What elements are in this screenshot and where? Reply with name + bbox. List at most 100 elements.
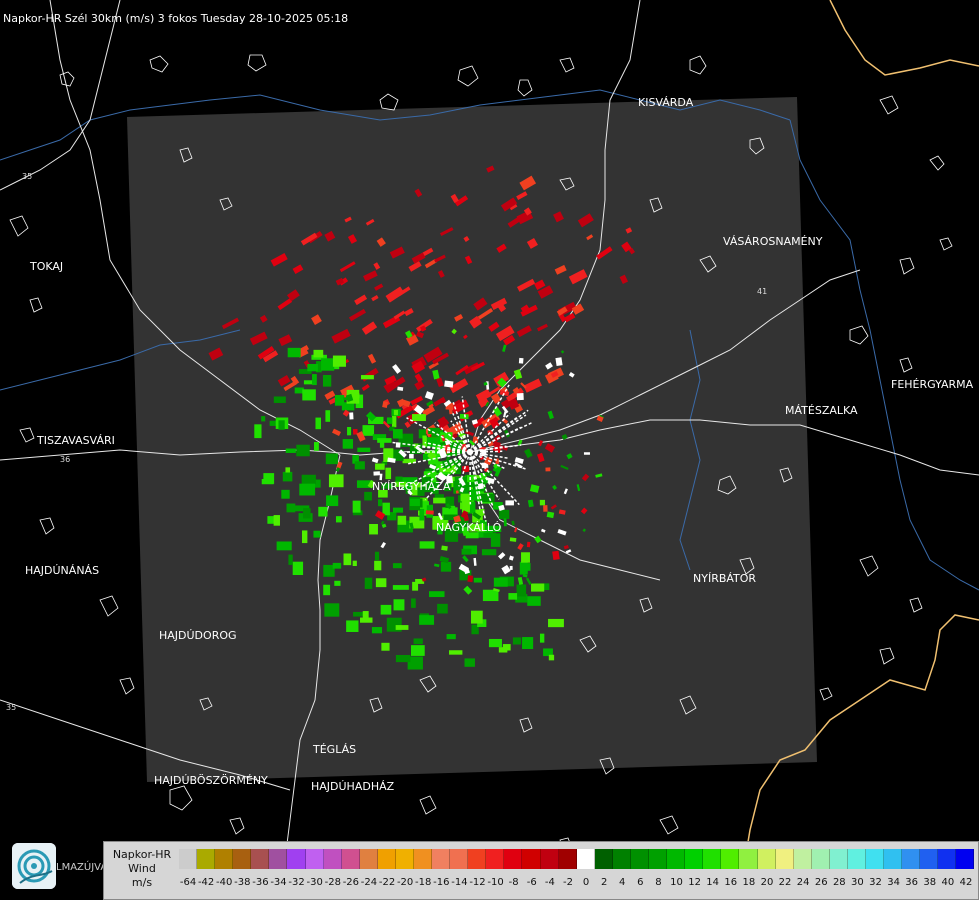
radar-echo — [346, 620, 359, 632]
legend-label-quantity: Wind — [128, 862, 156, 875]
legend-tick-label: -6 — [526, 877, 537, 888]
radar-echo — [505, 500, 514, 506]
radar-echo — [555, 357, 563, 367]
legend-swatch — [612, 849, 631, 869]
radar-echo — [323, 584, 331, 596]
radar-map — [0, 0, 979, 900]
legend-tick-label: -12 — [469, 877, 486, 888]
radar-echo — [437, 603, 448, 614]
legend-tick-label: -14 — [451, 877, 468, 888]
legend-swatch — [395, 849, 415, 869]
road-number-41: 41 — [757, 287, 768, 296]
legend-swatch — [630, 849, 650, 869]
legend-tick-label: 24 — [796, 877, 810, 888]
radar-echo — [518, 357, 524, 364]
legend-tick-label: 40 — [941, 877, 955, 888]
town-hajduboszormeny: HAJDÚBÖSZÖRMÉNY — [154, 774, 268, 787]
radar-echo — [282, 471, 293, 482]
radar-echo — [412, 581, 419, 591]
legend-swatch — [576, 849, 595, 869]
radar-echo — [313, 530, 321, 538]
radar-echo — [315, 417, 322, 430]
radar-echo — [490, 533, 501, 547]
radar-echo — [364, 491, 372, 501]
radar-echo — [263, 473, 275, 484]
radar-echo — [516, 393, 524, 401]
legend-tick-label: 10 — [670, 877, 683, 888]
radar-echo — [493, 577, 508, 587]
radar-echo — [502, 644, 511, 651]
radar-echo — [413, 638, 423, 645]
radar-echo — [299, 483, 316, 496]
radar-echo — [325, 453, 338, 465]
radar-echo — [328, 474, 344, 488]
legend-ticks: -64 -42 -40 -38 -36 -34 -32 -30 -28 -26 -24 -22 -20-… — [179, 877, 975, 891]
radar-echo — [285, 448, 296, 453]
legend-swatch — [884, 849, 903, 869]
radar-echo — [440, 561, 452, 572]
radar-echo — [441, 545, 448, 551]
radar-echo — [409, 498, 420, 507]
town-hajduhadhaz: HAJDÚHADHÁZ — [311, 780, 395, 793]
radar-echo — [386, 417, 393, 424]
town-hajdunanas: HAJDÚNÁNÁS — [25, 564, 100, 577]
radar-echo — [548, 654, 555, 661]
legend-tick-label: 26 — [814, 877, 828, 888]
legend-swatch — [522, 849, 541, 869]
radar-echo — [261, 416, 266, 422]
radar-echo — [481, 549, 497, 556]
radar-echo — [362, 611, 369, 621]
radar-echo — [411, 598, 416, 608]
legend-tick-label: -28 — [324, 877, 341, 888]
radar-echo — [349, 412, 354, 420]
radar-echo — [391, 414, 397, 428]
radar-echo — [467, 575, 474, 583]
legend-swatch — [540, 849, 559, 869]
legend-swatch — [558, 849, 577, 869]
legend-swatch — [341, 849, 360, 869]
radar-echo — [375, 578, 387, 588]
legend-swatch — [594, 849, 613, 869]
legend-swatch — [775, 849, 794, 869]
legend-swatch — [865, 849, 885, 869]
town-tiszavasvari: TISZAVASVÁRI — [37, 434, 115, 447]
radar-echo — [285, 467, 291, 473]
radar-echo — [522, 637, 534, 650]
radar-echo — [377, 499, 383, 507]
legend-swatch — [721, 849, 740, 869]
legend-tick-label: 6 — [637, 877, 644, 888]
legend-tick-label: 8 — [655, 877, 662, 888]
radar-echo — [278, 420, 285, 430]
legend-tick-label: 2 — [600, 877, 608, 888]
town-mateszalka: MÁTÉSZALKA — [785, 404, 858, 417]
radar-echo — [325, 410, 331, 422]
radar-echo — [324, 603, 340, 617]
legend-swatch — [287, 849, 306, 869]
radar-echo — [313, 349, 324, 358]
radar-echo — [347, 427, 352, 436]
legend-tick-label: -10 — [487, 877, 504, 888]
legend-swatch — [468, 849, 487, 869]
legend-tick-label: 4 — [619, 877, 626, 888]
radar-echo — [519, 561, 528, 575]
radar-echo — [527, 596, 541, 606]
legend-swatches — [179, 849, 975, 869]
radar-echo — [377, 438, 392, 443]
town-kisvarda: KISVÁRDA — [638, 96, 694, 109]
legend-tick-label: -40 — [216, 877, 233, 888]
radar-echo — [509, 565, 513, 570]
radar-echo — [362, 425, 375, 436]
radar-echo — [428, 591, 445, 598]
legend-swatch — [902, 849, 921, 869]
legend-label: Napkor-HR Wind m/s — [106, 848, 178, 890]
town-tokaj: TOKAJ — [30, 260, 64, 273]
radar-echo — [296, 444, 310, 457]
radar-echo — [273, 396, 286, 403]
radar-echo — [552, 550, 560, 561]
radar-echo — [307, 363, 318, 372]
legend-swatch — [739, 849, 758, 869]
legend-tick-label: -2 — [562, 877, 573, 888]
radar-echo — [409, 453, 414, 459]
legend-swatch — [323, 849, 342, 869]
radar-echo — [412, 414, 426, 422]
